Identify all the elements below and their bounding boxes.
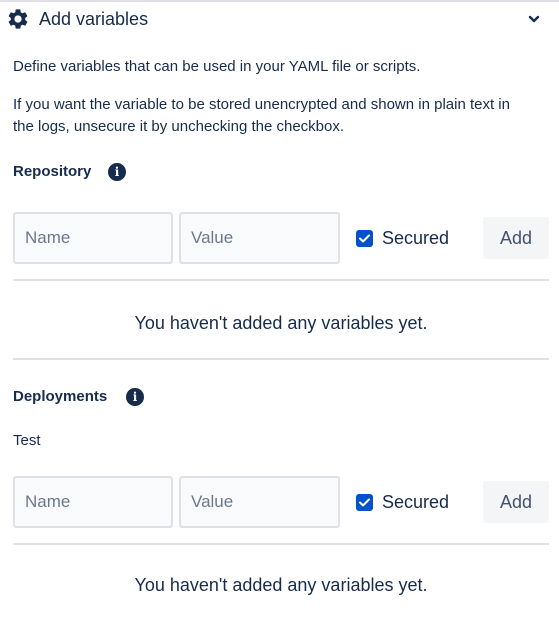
- deployments-secured-label[interactable]: Secured: [382, 491, 449, 513]
- add-variables-header[interactable]: Add variables: [0, 2, 559, 36]
- description-line-1: Define variables that can be used in you…: [13, 58, 421, 75]
- deployments-value-input[interactable]: [179, 476, 340, 528]
- gear-icon: [8, 9, 28, 29]
- divider: [13, 279, 549, 281]
- header-title: Add variables: [39, 9, 149, 29]
- repository-value-input[interactable]: [179, 212, 340, 264]
- checkmark-icon: [359, 234, 370, 243]
- info-icon[interactable]: i: [108, 163, 126, 181]
- deployments-add-button[interactable]: Add: [483, 481, 549, 523]
- repository-add-button[interactable]: Add: [483, 217, 549, 259]
- deployments-secured-checkbox[interactable]: [356, 494, 373, 511]
- divider: [13, 358, 549, 360]
- repository-add-row: Secured Add: [0, 212, 559, 266]
- deployments-add-row: Secured Add: [0, 476, 559, 530]
- description-line-2: If you want the variable to be stored un…: [13, 96, 510, 135]
- deployments-name-input[interactable]: [13, 476, 173, 528]
- divider: [13, 543, 549, 545]
- repository-name-input[interactable]: [13, 212, 173, 264]
- repository-secured-checkbox[interactable]: [356, 230, 373, 247]
- repository-empty-message: You haven't added any variables yet.: [134, 313, 428, 333]
- chevron-down-icon[interactable]: [527, 12, 541, 26]
- checkmark-icon: [359, 498, 370, 507]
- deployments-title: Deployments: [13, 388, 108, 405]
- repository-secured-label[interactable]: Secured: [382, 227, 449, 249]
- environment-label: Test: [13, 432, 41, 449]
- deployments-empty-message: You haven't added any variables yet.: [134, 575, 428, 595]
- repository-title: Repository: [13, 163, 92, 180]
- info-icon[interactable]: i: [126, 388, 144, 406]
